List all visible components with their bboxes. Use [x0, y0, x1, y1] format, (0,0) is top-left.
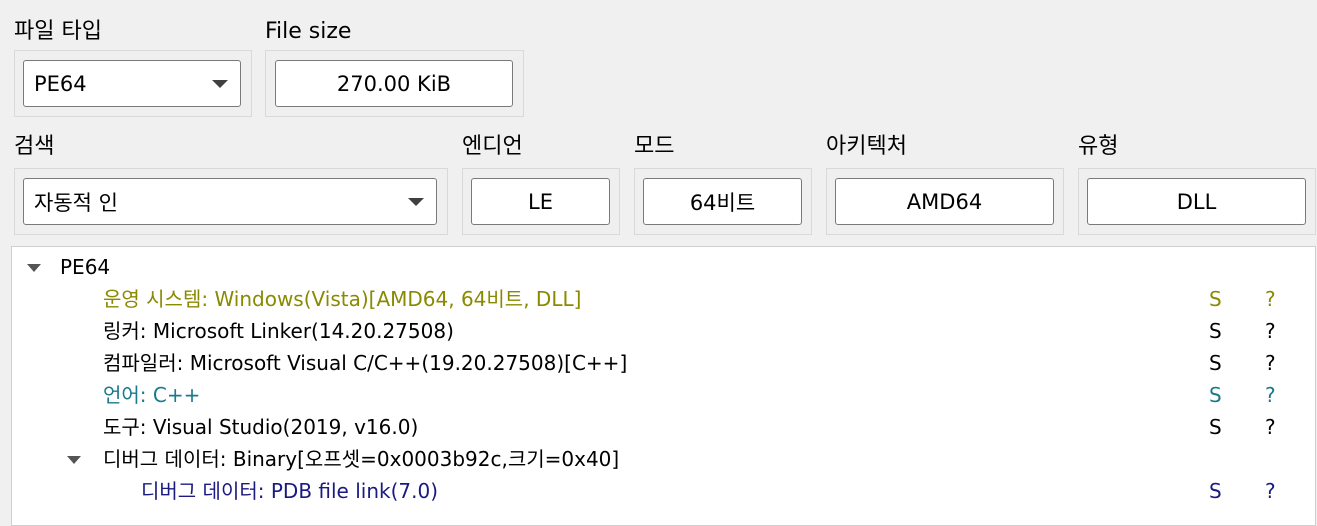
tree-item-label: 디버그 데이터: PDB file link(7.0)	[141, 479, 438, 503]
info-question-button[interactable]: ?	[1265, 379, 1276, 411]
tree-item-language[interactable]: 언어: C++ S ?	[12, 379, 1315, 411]
info-question-button[interactable]: ?	[1265, 411, 1276, 443]
file-type-label: 파일 타입	[14, 19, 102, 44]
tree-item-debug-data[interactable]: 디버그 데이터: PDB file link(7.0) S ?	[12, 475, 1315, 507]
file-size-value: 270.00 KiB	[336, 71, 452, 96]
info-question-button[interactable]: ?	[1265, 347, 1276, 379]
tree-item-label: 링커: Microsoft Linker(14.20.27508)	[103, 319, 454, 343]
tree-item-label: 디버그 데이터: Binary[오프셋=0x0003b92c,크기=0x40]	[103, 447, 620, 471]
architecture-value: AMD64	[906, 189, 983, 214]
file-type-dropdown[interactable]: PE64	[23, 60, 241, 107]
info-question-button[interactable]: ?	[1265, 315, 1276, 347]
signature-s-button[interactable]: S	[1209, 475, 1222, 507]
tree-item-os[interactable]: 운영 시스템: Windows(Vista)[AMD64, 64비트, DLL]…	[12, 283, 1315, 315]
tree-item-compiler[interactable]: 컴파일러: Microsoft Visual C/C++(19.20.27508…	[12, 347, 1315, 379]
architecture-field[interactable]: AMD64	[835, 178, 1054, 225]
tree-item-label: 운영 시스템: Windows(Vista)[AMD64, 64비트, DLL]	[103, 287, 582, 311]
file-type-value: PE64	[34, 71, 87, 96]
expand-arrow-icon[interactable]	[27, 264, 41, 272]
architecture-label: 아키텍처	[826, 134, 907, 159]
signature-s-button[interactable]: S	[1209, 315, 1222, 347]
tree-item-linker[interactable]: 링커: Microsoft Linker(14.20.27508) S ?	[12, 315, 1315, 347]
chevron-down-icon	[408, 197, 424, 206]
endian-field[interactable]: LE	[471, 178, 610, 225]
type-value: DLL	[1176, 189, 1217, 214]
signature-s-button[interactable]: S	[1209, 411, 1222, 443]
detection-tree[interactable]: PE64 운영 시스템: Windows(Vista)[AMD64, 64비트,…	[11, 246, 1316, 526]
info-question-button[interactable]: ?	[1265, 475, 1276, 507]
file-size-label: File size	[265, 19, 352, 44]
tree-item-label: 컴파일러: Microsoft Visual C/C++(19.20.27508…	[103, 351, 628, 375]
expand-arrow-icon[interactable]	[67, 456, 81, 464]
mode-field[interactable]: 64비트	[643, 178, 802, 225]
signature-s-button[interactable]: S	[1209, 379, 1222, 411]
endian-label: 엔디언	[462, 134, 523, 159]
tree-root-row[interactable]: PE64	[12, 251, 1315, 283]
chevron-down-icon	[212, 79, 228, 88]
tree-root-label: PE64	[60, 255, 111, 279]
signature-s-button[interactable]: S	[1209, 347, 1222, 379]
tree-item-tool[interactable]: 도구: Visual Studio(2019, v16.0) S ?	[12, 411, 1315, 443]
type-field[interactable]: DLL	[1087, 178, 1306, 225]
mode-label: 모드	[634, 134, 675, 159]
endian-value: LE	[528, 189, 553, 214]
scan-label: 검색	[14, 134, 55, 159]
scan-mode-dropdown[interactable]: 자동적 인	[23, 178, 437, 225]
mode-value: 64비트	[689, 190, 756, 215]
scan-mode-value: 자동적 인	[34, 190, 118, 215]
tree-item-label: 도구: Visual Studio(2019, v16.0)	[103, 415, 419, 439]
tree-item-label: 언어: C++	[103, 383, 201, 407]
info-question-button[interactable]: ?	[1265, 283, 1276, 315]
signature-s-button[interactable]: S	[1209, 283, 1222, 315]
file-size-field[interactable]: 270.00 KiB	[275, 60, 513, 107]
type-label: 유형	[1078, 134, 1119, 159]
tree-item-debug-data-group[interactable]: 디버그 데이터: Binary[오프셋=0x0003b92c,크기=0x40]	[12, 443, 1315, 475]
